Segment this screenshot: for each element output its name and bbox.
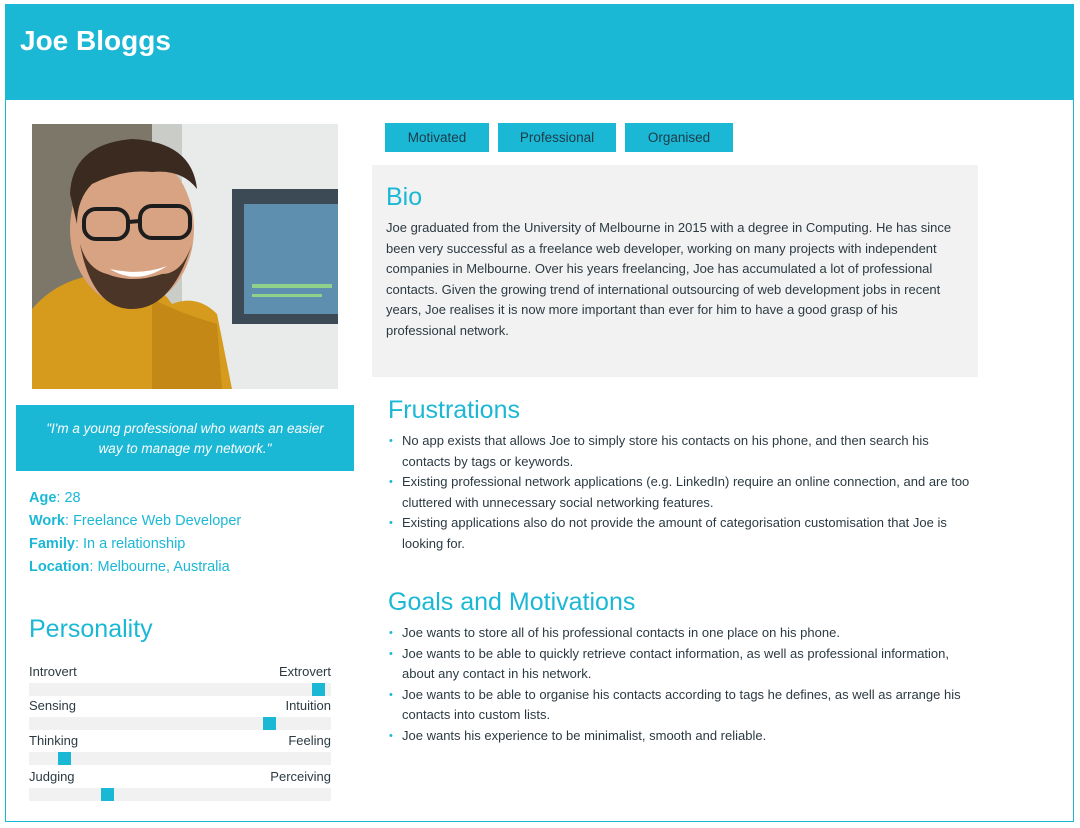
list-item: Joe wants his experience to be minimalis… — [389, 726, 978, 747]
fact-value: Freelance Web Developer — [73, 513, 242, 529]
persona-name: Joe Bloggs — [20, 25, 171, 56]
frustrations-title: Frustrations — [388, 396, 520, 424]
trait-marker — [58, 752, 71, 765]
fact-work: Work: Freelance Web Developer — [29, 513, 242, 529]
trait-sensing-intuition: Sensing Intuition — [29, 698, 331, 730]
list-item: Joe wants to store all of his profession… — [389, 623, 978, 644]
trait-right-label: Intuition — [285, 698, 331, 713]
bio-title: Bio — [386, 183, 423, 211]
fact-age: Age: 28 — [29, 490, 81, 506]
trait-marker — [101, 788, 114, 801]
bio-panel: Bio Joe graduated from the University of… — [372, 165, 978, 377]
trait-track — [29, 717, 331, 730]
fact-key: Work — [29, 513, 65, 529]
trait-left-label: Sensing — [29, 698, 76, 713]
fact-key: Age — [29, 490, 57, 506]
fact-value: In a relationship — [83, 536, 186, 552]
trait-track — [29, 683, 331, 696]
trait-marker — [312, 683, 325, 696]
trait-introvert-extrovert: Introvert Extrovert — [29, 664, 331, 696]
personality-title: Personality — [29, 615, 153, 643]
persona-facts: Age: 28 Work: Freelance Web Developer Fa… — [29, 487, 241, 579]
trait-left-label: Thinking — [29, 733, 79, 748]
trait-left-label: Judging — [29, 769, 75, 784]
fact-family: Family: In a relationship — [29, 536, 186, 552]
list-item: Existing applications also do not provid… — [389, 513, 978, 554]
goals-title: Goals and Motivations — [388, 588, 636, 616]
trait-right-label: Extrovert — [278, 664, 331, 679]
fact-key: Location — [29, 559, 90, 575]
goals-section: Goals and Motivations Joe wants to store… — [388, 588, 978, 746]
list-item: Existing professional network applicatio… — [389, 472, 978, 513]
list-item: Joe wants to be able to organise his con… — [389, 685, 978, 726]
header-bar: Joe Bloggs — [6, 5, 1073, 100]
list-item: No app exists that allows Joe to simply … — [389, 431, 978, 472]
frustrations-list: No app exists that allows Joe to simply … — [388, 431, 978, 554]
trait-judging-perceiving: Judging Perceiving — [29, 769, 331, 801]
fact-value: 28 — [64, 490, 81, 506]
trait-thinking-feeling: Thinking Feeling — [29, 733, 331, 765]
goals-list: Joe wants to store all of his profession… — [388, 623, 978, 746]
trait-marker — [263, 717, 276, 730]
fact-location: Location: Melbourne, Australia — [29, 559, 230, 575]
persona-card: Joe Bloggs "I'm a young professional who… — [5, 4, 1074, 822]
persona-quote: "I'm a young professional who wants an e… — [16, 405, 354, 471]
list-item: Joe wants to be able to quickly retrieve… — [389, 644, 978, 685]
trait-right-label: Feeling — [288, 733, 331, 748]
frustrations-section: Frustrations No app exists that allows J… — [388, 396, 978, 554]
fact-value: Melbourne, Australia — [97, 559, 230, 575]
trait-right-label: Perceiving — [270, 769, 331, 784]
tag-professional: Professional — [498, 123, 616, 152]
trait-track — [29, 788, 331, 801]
profile-photo-illustration — [32, 124, 338, 389]
tag-organised: Organised — [625, 123, 733, 152]
fact-key: Family — [29, 536, 75, 552]
profile-photo — [32, 124, 338, 389]
trait-track — [29, 752, 331, 765]
bio-text: Joe graduated from the University of Mel… — [386, 220, 952, 338]
tag-motivated: Motivated — [385, 123, 489, 152]
trait-left-label: Introvert — [29, 664, 77, 679]
